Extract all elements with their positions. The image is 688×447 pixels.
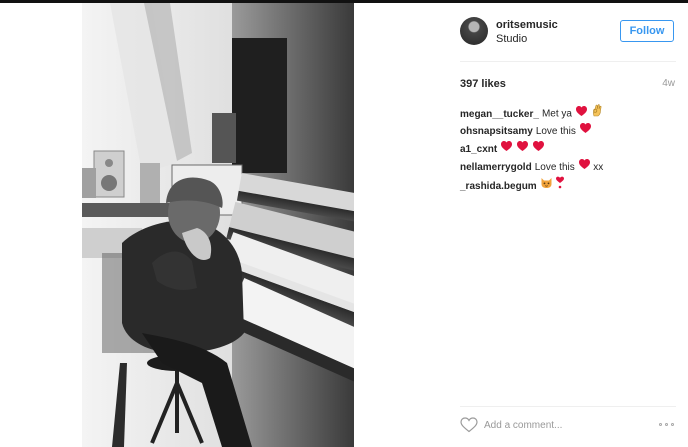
post-details-panel: oritsemusic Studio Follow 397 likes 4w m… [460, 3, 688, 447]
add-comment-input[interactable] [484, 416, 644, 436]
comment-bar [460, 416, 676, 436]
red-heart-emoji [532, 140, 545, 159]
cat-face-emoji [540, 176, 553, 196]
comment-text: Love this [535, 126, 576, 138]
post-location[interactable]: Studio [496, 33, 527, 45]
comment-item: nellamerrygold Love this xx [460, 158, 676, 176]
studio-photo-illustration [82, 3, 354, 447]
ok-hand-emoji [591, 104, 603, 124]
red-heart-emoji [579, 122, 592, 141]
red-heart-emoji [575, 105, 588, 124]
heart-exclamation-emoji [555, 176, 565, 196]
comment-author[interactable]: ohsnapsitsamy [460, 126, 533, 137]
comment-author[interactable]: megan__tucker_ [460, 109, 539, 120]
comment-item: megan__tucker_ Met ya [460, 104, 676, 122]
header-divider [460, 61, 676, 62]
comment-item: a1_cxnt [460, 140, 676, 158]
heart-outline-icon[interactable] [460, 417, 478, 433]
follow-button[interactable]: Follow [620, 20, 674, 42]
red-heart-emoji [500, 140, 513, 159]
footer-divider [460, 406, 676, 407]
post-photo[interactable] [82, 3, 354, 447]
author-username[interactable]: oritsemusic [496, 19, 558, 31]
red-heart-emoji [578, 158, 591, 177]
comment-author[interactable]: nellamerrygold [460, 162, 532, 173]
comment-item: ohsnapsitsamy Love this [460, 122, 676, 140]
comment-text: Met ya [541, 108, 572, 120]
comment-author[interactable]: a1_cxnt [460, 144, 497, 155]
comment-text: Love this [534, 162, 575, 174]
comment-author[interactable]: _rashida.begum [460, 181, 537, 192]
comment-item: _rashida.begum [460, 176, 676, 194]
post-timestamp[interactable]: 4w [662, 78, 675, 89]
user-avatar[interactable] [460, 17, 488, 45]
post-header: oritsemusic Studio Follow [460, 17, 676, 55]
comment-list: megan__tucker_ Met ya ohsnapsitsamy Love t… [460, 104, 676, 194]
red-heart-emoji [516, 140, 529, 159]
likes-count[interactable]: 397 likes [460, 78, 506, 90]
more-options-icon[interactable] [659, 423, 674, 426]
comment-suffix: xx [593, 162, 604, 174]
